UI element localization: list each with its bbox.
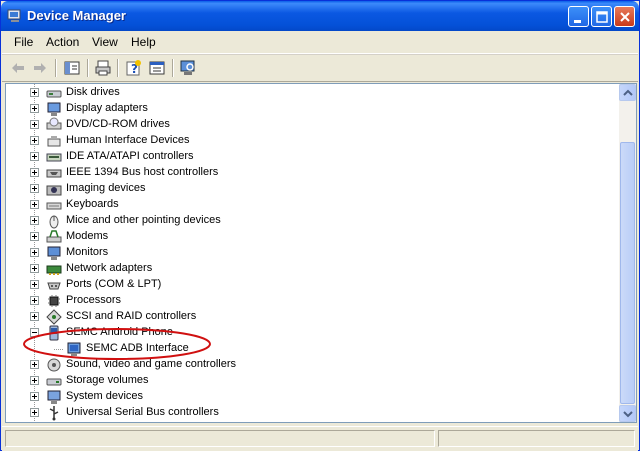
minimize-button[interactable] <box>568 6 589 27</box>
toolbar: ? <box>2 54 638 82</box>
tree-item-label: DVD/CD-ROM drives <box>66 118 170 130</box>
tree-item-label: IEEE 1394 Bus host controllers <box>66 166 219 178</box>
status-cell-secondary <box>438 430 635 447</box>
window-title: Device Manager <box>27 8 126 23</box>
disk-drive-icon <box>46 90 62 98</box>
close-button[interactable] <box>614 6 635 27</box>
maximize-button[interactable] <box>591 6 612 27</box>
tree-item-label: Disk drives <box>66 86 120 98</box>
expand-toggle-icon[interactable] <box>30 280 39 289</box>
menu-action[interactable]: Action <box>46 35 79 49</box>
expand-toggle-icon[interactable] <box>30 232 39 241</box>
toolbar-separator <box>87 59 89 77</box>
tree-item-label: SCSI and RAID controllers <box>66 310 197 322</box>
menu-help[interactable]: Help <box>131 35 156 49</box>
tree-item-label: Human Interface Devices <box>66 134 190 146</box>
system-device-icon <box>47 390 61 404</box>
minimize-icon <box>574 20 581 23</box>
expand-toggle-icon[interactable] <box>30 104 39 113</box>
expand-toggle-icon[interactable] <box>30 216 39 225</box>
keyboard-icon <box>46 202 62 210</box>
menu-bar: File Action View Help <box>2 31 638 54</box>
processor-icon <box>48 295 60 307</box>
hid-icon <box>47 136 61 147</box>
port-icon <box>47 282 61 290</box>
expand-toggle-icon[interactable] <box>30 88 39 97</box>
tree-item-label: Universal Serial Bus controllers <box>66 406 219 418</box>
tree-item-label: Display adapters <box>66 102 148 114</box>
scroll-up-button[interactable] <box>619 84 636 101</box>
tree-item-label: Network adapters <box>66 262 153 274</box>
expand-toggle-icon[interactable] <box>30 296 39 305</box>
show-hide-tree-icon[interactable] <box>62 58 82 78</box>
tree-item-label: Modems <box>66 230 109 242</box>
scroll-thumb[interactable] <box>620 142 635 404</box>
expand-toggle-icon[interactable] <box>30 408 39 417</box>
mouse-icon <box>49 215 59 229</box>
expand-toggle-icon[interactable] <box>30 376 39 385</box>
usb-icon <box>49 406 59 421</box>
chevron-down-icon <box>623 411 633 418</box>
scsi-icon <box>46 309 62 325</box>
device-manager-window: Device Manager File Action View Help ? D <box>0 0 640 451</box>
expand-toggle-icon[interactable] <box>30 120 39 129</box>
back-icon[interactable] <box>8 58 28 78</box>
maximize-icon <box>596 11 608 23</box>
expand-toggle-icon[interactable] <box>30 200 39 209</box>
expand-toggle-icon[interactable] <box>30 168 39 177</box>
expand-toggle-icon[interactable] <box>30 264 39 273</box>
menu-file[interactable]: File <box>14 35 33 49</box>
tree-item-label: Storage volumes <box>66 374 149 386</box>
ieee1394-icon <box>46 169 62 178</box>
expand-toggle-icon[interactable] <box>30 392 39 401</box>
title-bar[interactable]: Device Manager <box>1 1 639 31</box>
properties-icon[interactable] <box>147 58 167 78</box>
scroll-down-button[interactable] <box>619 405 636 422</box>
vertical-scrollbar[interactable] <box>619 84 636 422</box>
print-icon[interactable] <box>93 58 113 78</box>
tree-item-label: IDE ATA/ATAPI controllers <box>66 150 194 162</box>
ide-controller-icon <box>46 153 62 162</box>
tree-item-label: Processors <box>66 294 122 306</box>
menu-view[interactable]: View <box>92 35 118 49</box>
toolbar-separator <box>172 59 174 77</box>
forward-icon[interactable] <box>30 58 50 78</box>
status-bar <box>2 426 638 451</box>
modem-icon <box>46 230 62 243</box>
camera-icon <box>46 185 62 196</box>
expand-toggle-icon[interactable] <box>30 152 39 161</box>
tree-item-label: Monitors <box>66 246 109 258</box>
network-adapter-icon <box>46 265 62 275</box>
tree-item-label: Ports (COM & LPT) <box>66 278 162 290</box>
chevron-up-icon <box>623 89 633 96</box>
storage-volume-icon <box>46 378 62 386</box>
computer-icon <box>7 9 21 22</box>
close-icon <box>620 12 630 22</box>
status-cell-main <box>5 430 435 447</box>
expand-toggle-icon[interactable] <box>30 248 39 257</box>
device-tree[interactable]: Disk drives Display adapters DVD/CD-ROM dr… <box>5 83 637 423</box>
toolbar-separator <box>117 59 119 77</box>
tree-item-label: Imaging devices <box>66 182 146 194</box>
tree-item-label: Keyboards <box>66 198 119 210</box>
cdrom-icon <box>46 117 62 130</box>
expand-toggle-icon[interactable] <box>30 184 39 193</box>
tree-item-label: System devices <box>66 390 144 402</box>
help-icon[interactable]: ? <box>123 58 143 78</box>
toolbar-separator <box>55 59 57 77</box>
annotation-ellipse <box>23 328 211 360</box>
expand-toggle-icon[interactable] <box>30 136 39 145</box>
monitor-icon <box>47 246 61 260</box>
scan-hardware-icon[interactable] <box>178 58 198 78</box>
display-adapter-icon <box>47 102 61 116</box>
tree-item-label: Mice and other pointing devices <box>66 214 221 226</box>
expand-toggle-icon[interactable] <box>30 312 39 321</box>
